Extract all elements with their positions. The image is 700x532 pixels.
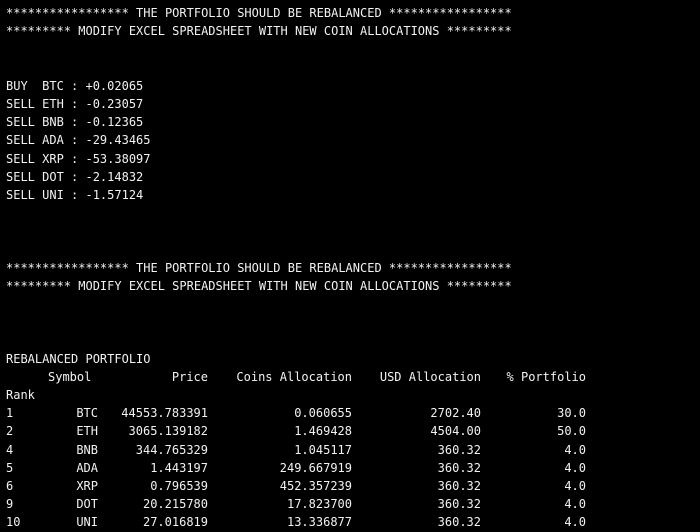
symbol-cell: BTC — [76, 406, 98, 421]
coins-cell: 0.060655 — [294, 406, 352, 421]
price-cell: 0.796539 — [150, 478, 208, 493]
coins-cell: 1.045117 — [294, 442, 352, 457]
usd-cell: 360.32 — [437, 460, 481, 475]
rank-cell: 1 — [6, 406, 14, 421]
price-cell: 20.215780 — [142, 497, 208, 512]
price-cell: 27.016819 — [142, 515, 208, 530]
table-row: 2 ETH 3065.139182 1.469428 4504.00 50.0 — [6, 422, 700, 440]
banner-rebalance: ***************** THE PORTFOLIO SHOULD B… — [6, 6, 512, 20]
rank-cell: 4 — [6, 442, 14, 457]
rank-cell: 6 — [6, 478, 14, 493]
symbol-cell: UNI — [76, 515, 98, 530]
table-row: 6 XRP 0.796539 452.357239 360.32 4.0 — [6, 477, 700, 495]
trade-action: SELL BNB : -0.12365 — [6, 115, 144, 130]
rank-cell: 9 — [6, 497, 14, 512]
trade-action: SELL ETH : -0.23057 — [6, 96, 144, 111]
header-percent-portfolio: % Portfolio — [506, 369, 586, 384]
pct-cell: 50.0 — [557, 424, 586, 439]
header-coins-allocation: Coins Allocation — [236, 369, 352, 384]
trade-action: SELL DOT : -2.14832 — [6, 169, 144, 184]
header-spacer — [6, 368, 48, 386]
price-cell: 44553.783391 — [121, 406, 208, 421]
usd-cell: 4504.00 — [430, 424, 481, 439]
price-cell: 3065.139182 — [128, 424, 208, 439]
table-title: REBALANCED PORTFOLIO — [6, 351, 151, 366]
symbol-cell: XRP — [76, 478, 98, 493]
rebalanced-portfolio-table: REBALANCED PORTFOLIO Symbol Price Coins … — [6, 350, 700, 532]
symbol-cell: BNB — [76, 442, 98, 457]
rank-cell: 5 — [6, 460, 14, 475]
trade-action: SELL UNI : -1.57124 — [6, 187, 144, 202]
symbol-cell: DOT — [76, 497, 98, 512]
trade-actions-list: BUY BTC : +0.02065 SELL ETH : -0.23057 S… — [6, 77, 700, 204]
price-cell: 344.765329 — [135, 442, 208, 457]
rank-cell: 10 — [6, 515, 21, 530]
banner-modify: ********* MODIFY EXCEL SPREADSHEET WITH … — [6, 278, 512, 293]
table-row: 5 ADA 1.443197 249.667919 360.32 4.0 — [6, 459, 700, 477]
coins-cell: 1.469428 — [294, 424, 352, 439]
banner-modify: ********* MODIFY EXCEL SPREADSHEET WITH … — [6, 24, 512, 39]
table-row: 9 DOT 20.215780 17.823700 360.32 4.0 — [6, 495, 700, 513]
trade-action: SELL XRP : -53.38097 — [6, 151, 151, 166]
index-label: Rank — [6, 387, 35, 402]
banner-rebalance: ***************** THE PORTFOLIO SHOULD B… — [6, 260, 512, 275]
pct-cell: 30.0 — [557, 406, 586, 421]
pct-cell: 4.0 — [564, 460, 586, 475]
usd-cell: 360.32 — [437, 497, 481, 512]
coins-cell: 13.336877 — [286, 515, 352, 530]
usd-cell: 2702.40 — [430, 406, 481, 421]
table-row: 1 BTC 44553.783391 0.060655 2702.40 30.0 — [6, 404, 700, 422]
usd-cell: 360.32 — [437, 478, 481, 493]
symbol-cell: ADA — [76, 460, 98, 475]
usd-cell: 360.32 — [437, 442, 481, 457]
trade-action: BUY BTC : +0.02065 — [6, 78, 144, 93]
pct-cell: 4.0 — [564, 515, 586, 530]
header-symbol: Symbol — [48, 369, 92, 384]
header-usd-allocation: USD Allocation — [379, 369, 481, 384]
table-row: 10 UNI 27.016819 13.336877 360.32 4.0 — [6, 513, 700, 531]
coins-cell: 17.823700 — [286, 497, 352, 512]
pct-cell: 4.0 — [564, 478, 586, 493]
terminal-output[interactable]: ***************** THE PORTFOLIO SHOULD B… — [0, 0, 700, 529]
pct-cell: 4.0 — [564, 497, 586, 512]
trade-action: SELL ADA : -29.43465 — [6, 133, 151, 148]
table-row: 4 BNB 344.765329 1.045117 360.32 4.0 — [6, 441, 700, 459]
table-header-row: Symbol Price Coins Allocation USD Alloca… — [6, 368, 700, 386]
coins-cell: 249.667919 — [279, 460, 352, 475]
pct-cell: 4.0 — [564, 442, 586, 457]
usd-cell: 360.32 — [437, 515, 481, 530]
price-cell: 1.443197 — [150, 460, 208, 475]
header-price: Price — [171, 369, 208, 384]
rank-cell: 2 — [6, 424, 14, 439]
symbol-cell: ETH — [76, 424, 98, 439]
coins-cell: 452.357239 — [279, 478, 352, 493]
